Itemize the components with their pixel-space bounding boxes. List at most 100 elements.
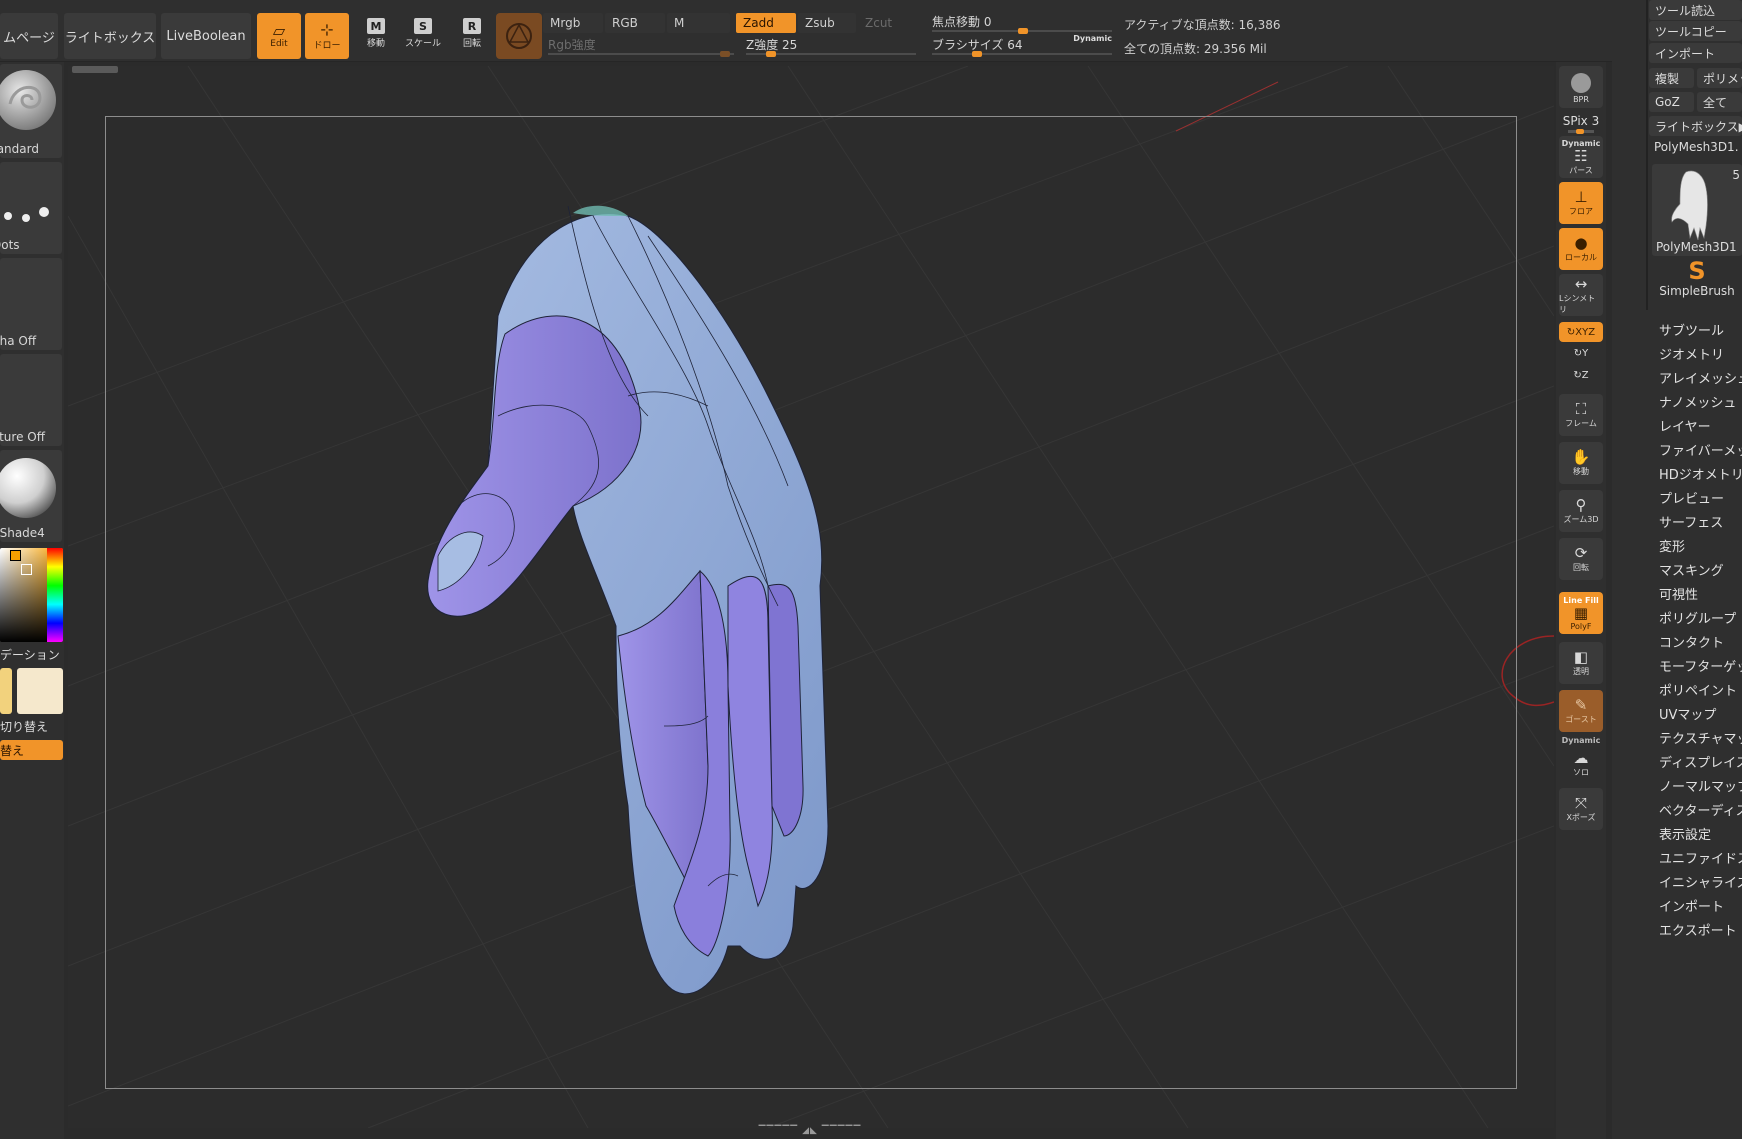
floor-button[interactable]: ⊥ フロア [1559, 182, 1603, 224]
perspective-button[interactable]: Dynamic ☷ パース [1559, 136, 1603, 178]
tool-menu-item[interactable]: 可視性 [1659, 584, 1698, 603]
z-axis-button[interactable]: ↻Z [1556, 370, 1606, 381]
focal-shift-knob[interactable] [1018, 28, 1028, 34]
copy-tool-button[interactable]: ツールコピー [1649, 21, 1742, 41]
draw-button[interactable]: ⊹ ドロー [305, 13, 349, 59]
tool-menu-item[interactable]: ユニファイドス [1659, 848, 1742, 867]
tool-menu-item[interactable]: ディスプレイス [1659, 752, 1742, 771]
zoom3d-button[interactable]: ⚲ ズーム3D [1559, 490, 1603, 532]
switch-color-button[interactable]: 替え [0, 740, 63, 760]
tool-menu-item[interactable]: サーフェス [1659, 512, 1723, 531]
tool-menu-item[interactable]: ポリペイント [1659, 680, 1737, 699]
tool-menu-item[interactable]: ファイバーメッ [1659, 440, 1742, 459]
import-tool-button[interactable]: インポート [1649, 43, 1742, 63]
spix-knob[interactable] [1576, 129, 1584, 134]
tool-menu-item[interactable]: ベクターディス [1659, 800, 1742, 819]
tool-menu-item[interactable]: ノーマルマップ [1659, 776, 1742, 795]
tool-menu-item[interactable]: HDジオメトリ [1659, 464, 1742, 483]
dynamic-label[interactable]: Dynamic [1073, 34, 1112, 43]
zcut-button[interactable]: Zcut [858, 13, 916, 33]
rgb-intensity-knob[interactable] [720, 51, 730, 57]
move-button[interactable]: M 移動 [357, 18, 395, 54]
material-sphere-button[interactable] [496, 13, 542, 59]
tool-menu-item[interactable]: エクスポート [1659, 920, 1737, 939]
tool-menu-item[interactable]: 変形 [1659, 536, 1685, 555]
tool-menu-item[interactable]: UVマップ [1659, 704, 1716, 723]
current-tool-thumbnail[interactable]: 5 PolyMesh3D1 [1652, 164, 1742, 256]
spix-slider[interactable] [1568, 129, 1594, 134]
material-thumbnail[interactable]: nShade4 [0, 450, 62, 542]
move-view-label: 移動 [1573, 467, 1589, 476]
tool-menu-item[interactable]: アレイメッシュ [1659, 368, 1742, 387]
tool-menu-item[interactable]: ポリグループ [1659, 608, 1736, 627]
color-picker[interactable] [0, 548, 63, 642]
tool-menu-item[interactable]: ナノメッシュ [1659, 392, 1736, 411]
tool-menu-item[interactable]: マスキング [1659, 560, 1724, 579]
document-frame [105, 116, 1517, 1089]
focal-shift-slider[interactable]: 焦点移動 0 [932, 13, 1112, 34]
zadd-button[interactable]: Zadd [736, 13, 796, 33]
canvas-viewport[interactable] [68, 66, 1554, 1128]
stroke-thumbnail[interactable]: Dots [0, 162, 62, 254]
liveboolean-button[interactable]: LiveBoolean [161, 13, 251, 59]
lightbox-tools-button[interactable]: ライトボックス▶ [1649, 116, 1742, 136]
tool-thumb-label: PolyMesh3D1 [1656, 240, 1737, 254]
hue-strip[interactable] [47, 548, 63, 642]
rgb-button[interactable]: RGB [605, 13, 665, 33]
primary-color-swatch[interactable] [10, 550, 21, 561]
scale-button[interactable]: S スケール [404, 18, 442, 54]
clone-button[interactable]: 複製 [1649, 68, 1694, 88]
move-view-button[interactable]: ✋ 移動 [1559, 442, 1603, 484]
simplebrush-tool[interactable]: S SimpleBrush [1652, 258, 1742, 306]
bottom-scroll-handle[interactable]: ▔▔▔▔▔ ◢◣ ▔▔▔▔▔ [745, 1126, 875, 1136]
lightbox-button[interactable]: ライトボックス [64, 13, 156, 59]
tool-menu-item[interactable]: インポート [1659, 896, 1724, 915]
local-button[interactable]: ● ローカル [1559, 228, 1603, 270]
brush-size-knob[interactable] [972, 51, 982, 57]
tool-menu-item[interactable]: 表示設定 [1659, 824, 1711, 843]
tool-menu-item[interactable]: プレビュー [1659, 488, 1724, 507]
edit-button[interactable]: ▱ Edit [257, 13, 301, 59]
bpr-button[interactable]: BPR [1559, 66, 1603, 108]
polyframe-button[interactable]: Line Fill ▦ PolyF [1559, 592, 1603, 634]
home-page-button[interactable]: ムページ [0, 13, 58, 59]
zsub-button[interactable]: Zsub [798, 13, 856, 33]
main-color-swatch[interactable] [0, 668, 12, 714]
symmetry-button[interactable]: ↔ Lシンメトリ [1559, 274, 1603, 316]
local-label: ローカル [1565, 253, 1597, 262]
tool-menu-item[interactable]: テクスチャマッ [1659, 728, 1742, 747]
z-intensity-knob[interactable] [766, 51, 776, 57]
brush-thumbnail[interactable]: tandard [0, 64, 62, 158]
xpose-button[interactable]: ⤧ Xポーズ [1559, 788, 1603, 830]
tool-menu-item[interactable]: ジオメトリ [1659, 344, 1724, 363]
tool-menu-item[interactable]: サブツール [1659, 320, 1724, 339]
stroke-dots-icon [4, 207, 49, 222]
rotate-view-button[interactable]: ⟳ 回転 [1559, 538, 1603, 580]
texture-thumbnail[interactable]: xture Off [0, 354, 62, 446]
rotate-button[interactable]: R 回転 [453, 18, 491, 54]
m-button[interactable]: M [667, 13, 730, 33]
rgb-intensity-slider[interactable]: Rgb強度 [548, 36, 734, 57]
tool-menu-item[interactable]: モーフターゲッ [1659, 656, 1742, 675]
secondary-color-swatch[interactable] [17, 668, 63, 714]
transparent-button[interactable]: ◧ 透明 [1559, 642, 1603, 684]
mrgb-button[interactable]: Mrgb [543, 13, 603, 33]
current-tool-name: PolyMesh3D1. 4 [1654, 140, 1742, 154]
goz-button[interactable]: GoZ [1649, 92, 1694, 112]
load-tool-button[interactable]: ツール読込 [1649, 0, 1742, 20]
xyz-button[interactable]: ↻ XYZ [1559, 322, 1603, 342]
z-intensity-slider[interactable]: Z強度 25 [746, 36, 916, 57]
color-cursor[interactable] [21, 564, 32, 575]
make-polymesh-button[interactable]: ポリメッ [1697, 68, 1742, 88]
ghost-button[interactable]: ✎ ゴースト [1559, 690, 1603, 732]
y-axis-button[interactable]: ↻Y [1556, 348, 1606, 359]
total-points-readout: 全ての頂点数: 29.356 Mil [1124, 42, 1267, 56]
tool-menu-item[interactable]: イニシャライズ [1659, 872, 1742, 891]
solo-button[interactable]: ☁ ソロ [1559, 746, 1603, 782]
goz-all-button[interactable]: 全て [1697, 92, 1742, 112]
tool-menu-item[interactable]: コンタクト [1659, 632, 1724, 651]
brush-size-slider[interactable]: ブラシサイズ 64 Dynamic [932, 34, 1112, 57]
tool-menu-item[interactable]: レイヤー [1659, 416, 1711, 435]
frame-button[interactable]: ⛶ フレーム [1559, 394, 1603, 436]
alpha-thumbnail[interactable]: pha Off [0, 258, 62, 350]
